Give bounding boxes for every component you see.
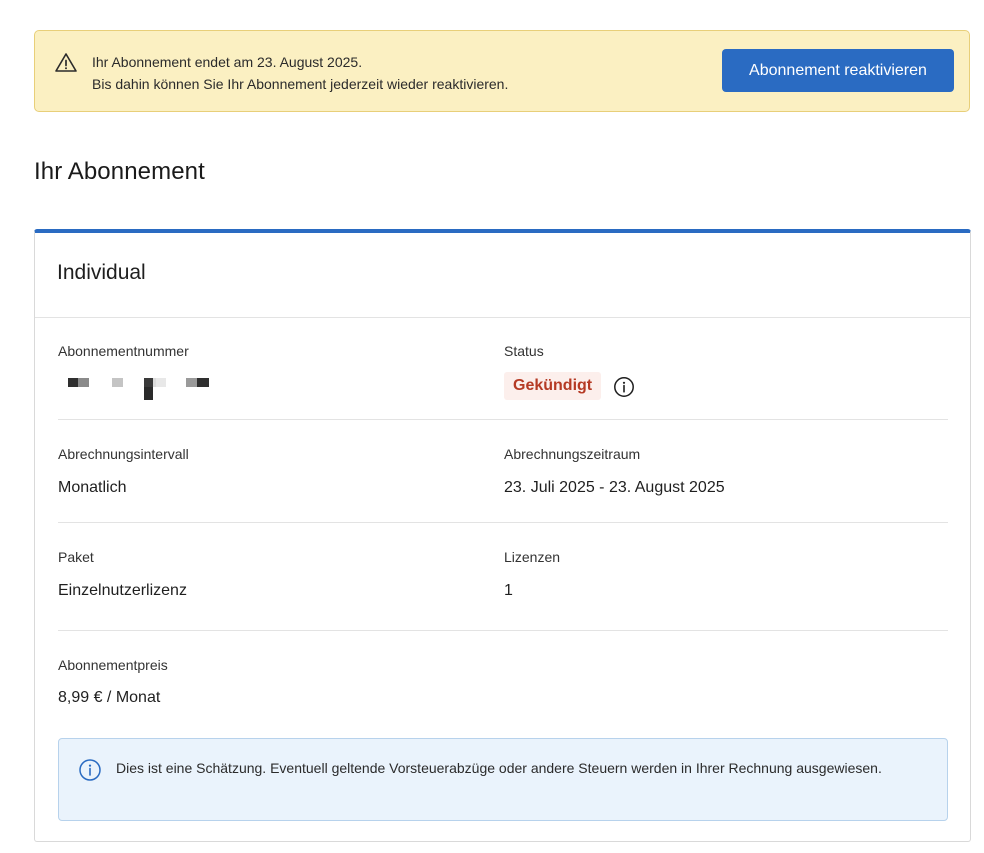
package-label: Paket — [58, 549, 94, 565]
info-circle-icon — [79, 759, 101, 781]
row-divider — [58, 630, 948, 631]
package-value: Einzelnutzerlizenz — [58, 582, 187, 599]
banner-message: Ihr Abonnement endet am 23. August 2025.… — [92, 51, 508, 95]
info-circle-icon[interactable] — [613, 376, 635, 398]
row-divider — [58, 522, 948, 523]
subscription-card-header: Individual — [35, 233, 970, 318]
subscription-page: Ihr Abonnement endet am 23. August 2025.… — [0, 0, 984, 853]
status-label: Status — [504, 343, 544, 359]
subscription-number-label: Abonnementnummer — [58, 343, 189, 359]
banner-line-end-date: Ihr Abonnement endet am 23. August 2025. — [92, 54, 363, 70]
licenses-label: Lizenzen — [504, 549, 561, 565]
status-badge: Gekündigt — [504, 372, 602, 400]
row-divider — [58, 419, 948, 420]
subscription-number-redacted — [68, 378, 209, 400]
tax-estimate-text: Dies ist eine Schätzung. Eventuell gelte… — [116, 760, 882, 776]
billing-period-label: Abrechnungszeitraum — [504, 446, 641, 462]
billing-interval-label: Abrechnungsintervall — [58, 446, 189, 462]
licenses-value: 1 — [504, 582, 513, 599]
billing-period-value: 23. Juli 2025 - 23. August 2025 — [504, 479, 725, 496]
billing-interval-value: Monatlich — [58, 479, 127, 496]
cancellation-warning-banner: Ihr Abonnement endet am 23. August 2025.… — [34, 30, 970, 112]
subscription-price-value: 8,99 € / Monat — [58, 689, 161, 706]
subscription-price-label: Abonnementpreis — [58, 657, 168, 673]
plan-name: Individual — [57, 261, 146, 284]
warning-triangle-icon — [55, 53, 77, 72]
page-title: Ihr Abonnement — [34, 158, 205, 185]
tax-estimate-notice: Dies ist eine Schätzung. Eventuell gelte… — [58, 738, 948, 821]
reactivate-subscription-button[interactable]: Abonnement reaktivieren — [722, 49, 954, 92]
subscription-card: Individual Abonnementnummer Status Gekün… — [34, 229, 971, 842]
banner-line-reactivate-hint: Bis dahin können Sie Ihr Abonnement jede… — [92, 76, 509, 92]
